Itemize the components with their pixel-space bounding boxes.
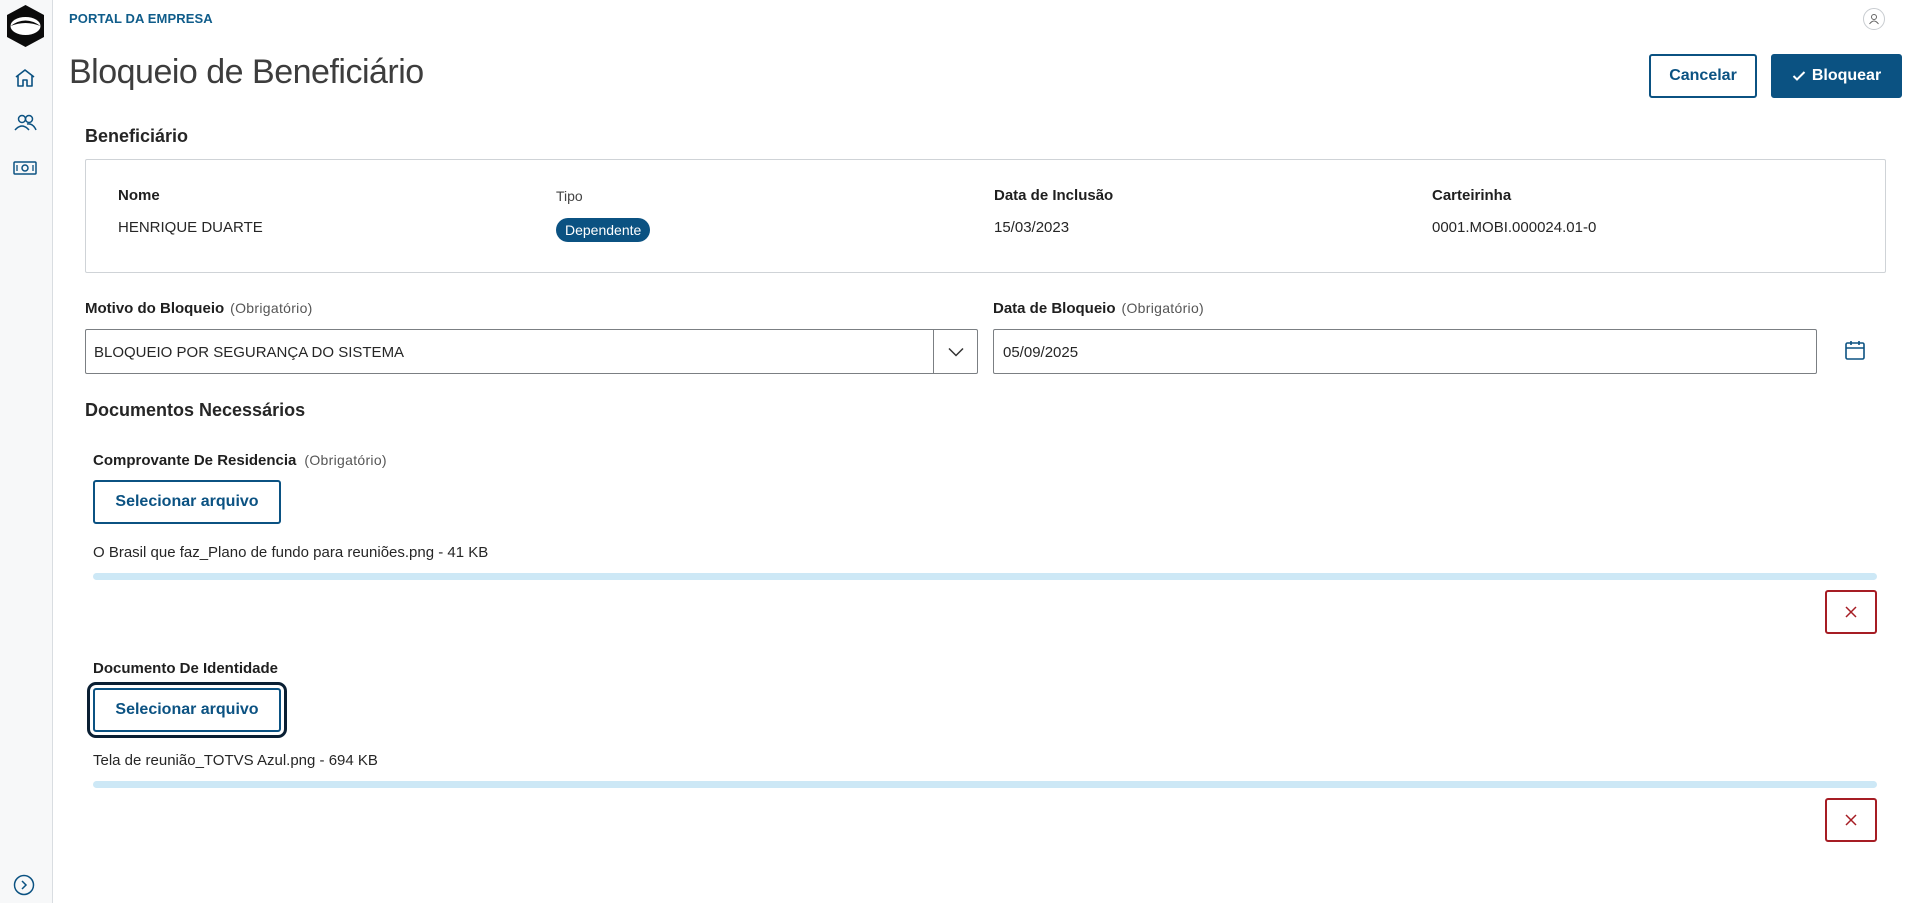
calendar-icon[interactable] bbox=[1844, 339, 1866, 361]
block-reason-value: BLOQUEIO POR SEGURANÇA DO SISTEMA bbox=[94, 344, 405, 361]
user-icon[interactable] bbox=[1863, 8, 1885, 30]
card-number-value: 0001.MOBI.000024.01-0 bbox=[1432, 219, 1597, 236]
identity-document-label-text: Documento De Identidade bbox=[93, 660, 279, 677]
block-reason-select[interactable]: BLOQUEIO POR SEGURANÇA DO SISTEMA bbox=[85, 329, 978, 374]
beneficiary-card: Nome HENRIQUE DUARTE Tipo Dependente Dat… bbox=[85, 159, 1886, 273]
company-logo[interactable] bbox=[5, 4, 46, 48]
block-date-label-text: Data de Bloqueio bbox=[993, 300, 1116, 317]
chevron-right-circle-icon[interactable] bbox=[13, 874, 35, 896]
progress-fill bbox=[93, 573, 1877, 580]
upload-progress-residence bbox=[93, 573, 1877, 580]
residence-proof-label-text: Comprovante De Residencia bbox=[93, 452, 297, 469]
file-name-identity: Tela de reunião_TOTVS Azul.png - 694 KB bbox=[93, 752, 378, 769]
select-file-button-residence[interactable]: Selecionar arquivo bbox=[93, 480, 281, 524]
required-hint: (Obrigatório) bbox=[304, 452, 387, 468]
inclusion-date-value: 15/03/2023 bbox=[994, 219, 1070, 236]
block-reason-label-text: Motivo do Bloqueio bbox=[85, 300, 225, 317]
documents-section-title: Documentos Necessários bbox=[85, 400, 306, 420]
identity-document-label: Documento De Identidade bbox=[93, 660, 278, 677]
beneficiary-section-title: Beneficiário bbox=[85, 126, 189, 146]
name-label: Nome bbox=[118, 187, 160, 204]
block-reason-label: Motivo do Bloqueio (Obrigatório) bbox=[85, 300, 313, 317]
users-icon[interactable] bbox=[12, 110, 38, 136]
home-icon[interactable] bbox=[12, 65, 38, 91]
select-file-label: Selecionar arquivo bbox=[115, 701, 259, 718]
page-title: Bloqueio de Beneficiário bbox=[69, 53, 424, 91]
required-hint: (Obrigatório) bbox=[1121, 300, 1204, 316]
block-button[interactable]: Bloquear bbox=[1771, 54, 1902, 98]
residence-proof-label: Comprovante De Residencia (Obrigatório) bbox=[93, 452, 387, 469]
portal-title: PORTAL DA EMPRESA bbox=[69, 11, 213, 26]
remove-file-button-residence[interactable] bbox=[1825, 590, 1877, 634]
name-value: HENRIQUE DUARTE bbox=[118, 219, 263, 236]
sidebar bbox=[0, 0, 53, 903]
block-button-label: Bloquear bbox=[1811, 67, 1882, 84]
block-date-value: 05/09/2025 bbox=[1003, 344, 1079, 361]
money-icon[interactable] bbox=[12, 155, 38, 181]
cancel-button[interactable]: Cancelar bbox=[1649, 54, 1757, 98]
close-icon bbox=[1845, 606, 1857, 618]
inclusion-date-label: Data de Inclusão bbox=[994, 187, 1114, 204]
type-label: Tipo bbox=[556, 188, 583, 204]
check-icon bbox=[1792, 71, 1806, 81]
progress-fill bbox=[93, 781, 1877, 788]
upload-progress-identity bbox=[93, 781, 1877, 788]
type-badge: Dependente bbox=[556, 218, 651, 242]
select-file-button-identity[interactable]: Selecionar arquivo bbox=[87, 682, 287, 738]
file-name-residence: O Brasil que faz_Plano de fundo para reu… bbox=[93, 544, 489, 561]
card-number-label: Carteirinha bbox=[1432, 187, 1512, 204]
block-date-label: Data de Bloqueio (Obrigatório) bbox=[993, 300, 1204, 317]
required-hint: (Obrigatório) bbox=[230, 300, 313, 316]
close-icon bbox=[1845, 814, 1857, 826]
select-file-label: Selecionar arquivo bbox=[115, 493, 259, 510]
cancel-button-label: Cancelar bbox=[1669, 67, 1737, 84]
block-date-input[interactable]: 05/09/2025 bbox=[993, 329, 1817, 374]
chevron-down-icon[interactable] bbox=[933, 330, 977, 373]
remove-file-button-identity[interactable] bbox=[1825, 798, 1877, 842]
